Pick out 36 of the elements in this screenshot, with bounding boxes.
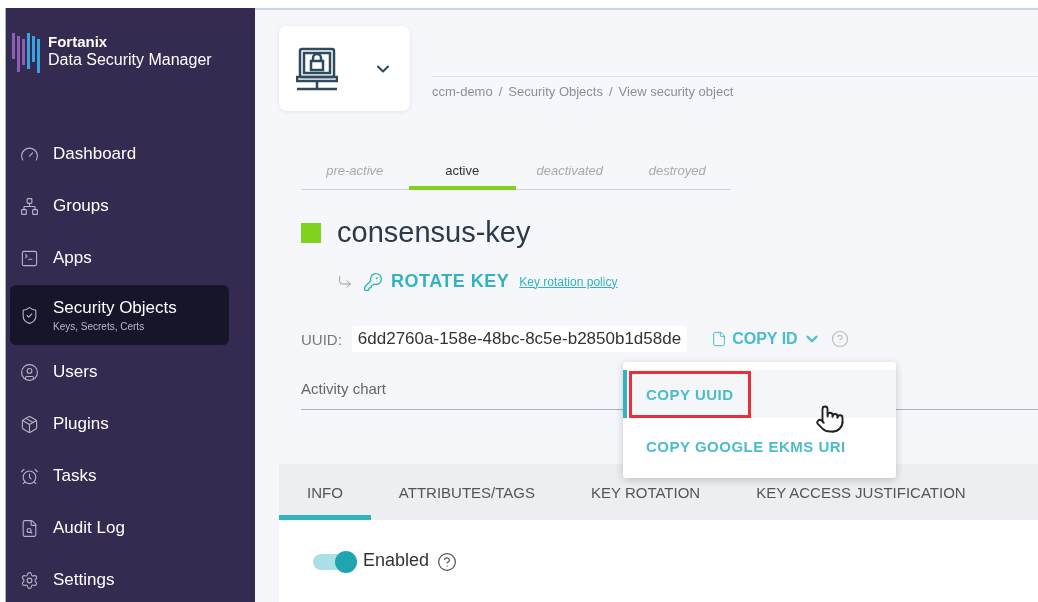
alarm-clock-icon [20,466,39,486]
document-search-icon [20,518,39,538]
key-icon [363,271,383,292]
uuid-value: 6dd2760a-158e-48bc-8c5e-b2850b1d58de [351,326,688,352]
sidebar-item[interactable]: Security Objects Keys, Secrets, Certs [10,285,229,345]
enabled-label: Enabled [363,550,430,571]
hand-cursor-icon [815,404,845,434]
product-name: Data Security Manager [48,51,212,69]
breadcrumb-separator: / [498,84,503,99]
key-name: consensus-key [337,216,531,249]
settings-icon [20,570,39,590]
help-icon[interactable] [437,552,458,572]
sidebar-item[interactable]: Apps [10,233,229,283]
sidebar-item[interactable]: Settings [10,555,229,602]
sidebar-item[interactable]: Tasks [10,451,229,501]
corner-arrow-icon [337,273,353,290]
sidebar-item[interactable]: Dashboard [10,129,229,179]
sidebar-item[interactable]: Audit Log [10,503,229,553]
sidebar-item[interactable]: Groups [10,181,229,231]
object-type-selector[interactable] [279,26,410,111]
hierarchy-icon [20,196,39,216]
breadcrumb-separator: / [608,84,613,99]
user-icon [20,362,39,382]
package-icon [20,414,39,434]
shield-icon [20,305,39,325]
document-icon [711,331,728,347]
terminal-window-icon [20,248,39,268]
laptop-lock-icon [296,46,339,91]
sidebar-item[interactable]: Plugins [10,399,229,449]
sidebar-item[interactable]: Users [10,347,229,397]
enabled-toggle[interactable] [313,554,355,570]
lifecycle-tab[interactable]: active [408,163,516,190]
detail-tab[interactable]: ATTRIBUTES/TAGS [370,464,563,520]
brand-name: Fortanix [48,33,109,51]
activity-chart-label[interactable]: Activity chart [301,380,387,397]
uuid-label: UUID: [301,330,342,348]
